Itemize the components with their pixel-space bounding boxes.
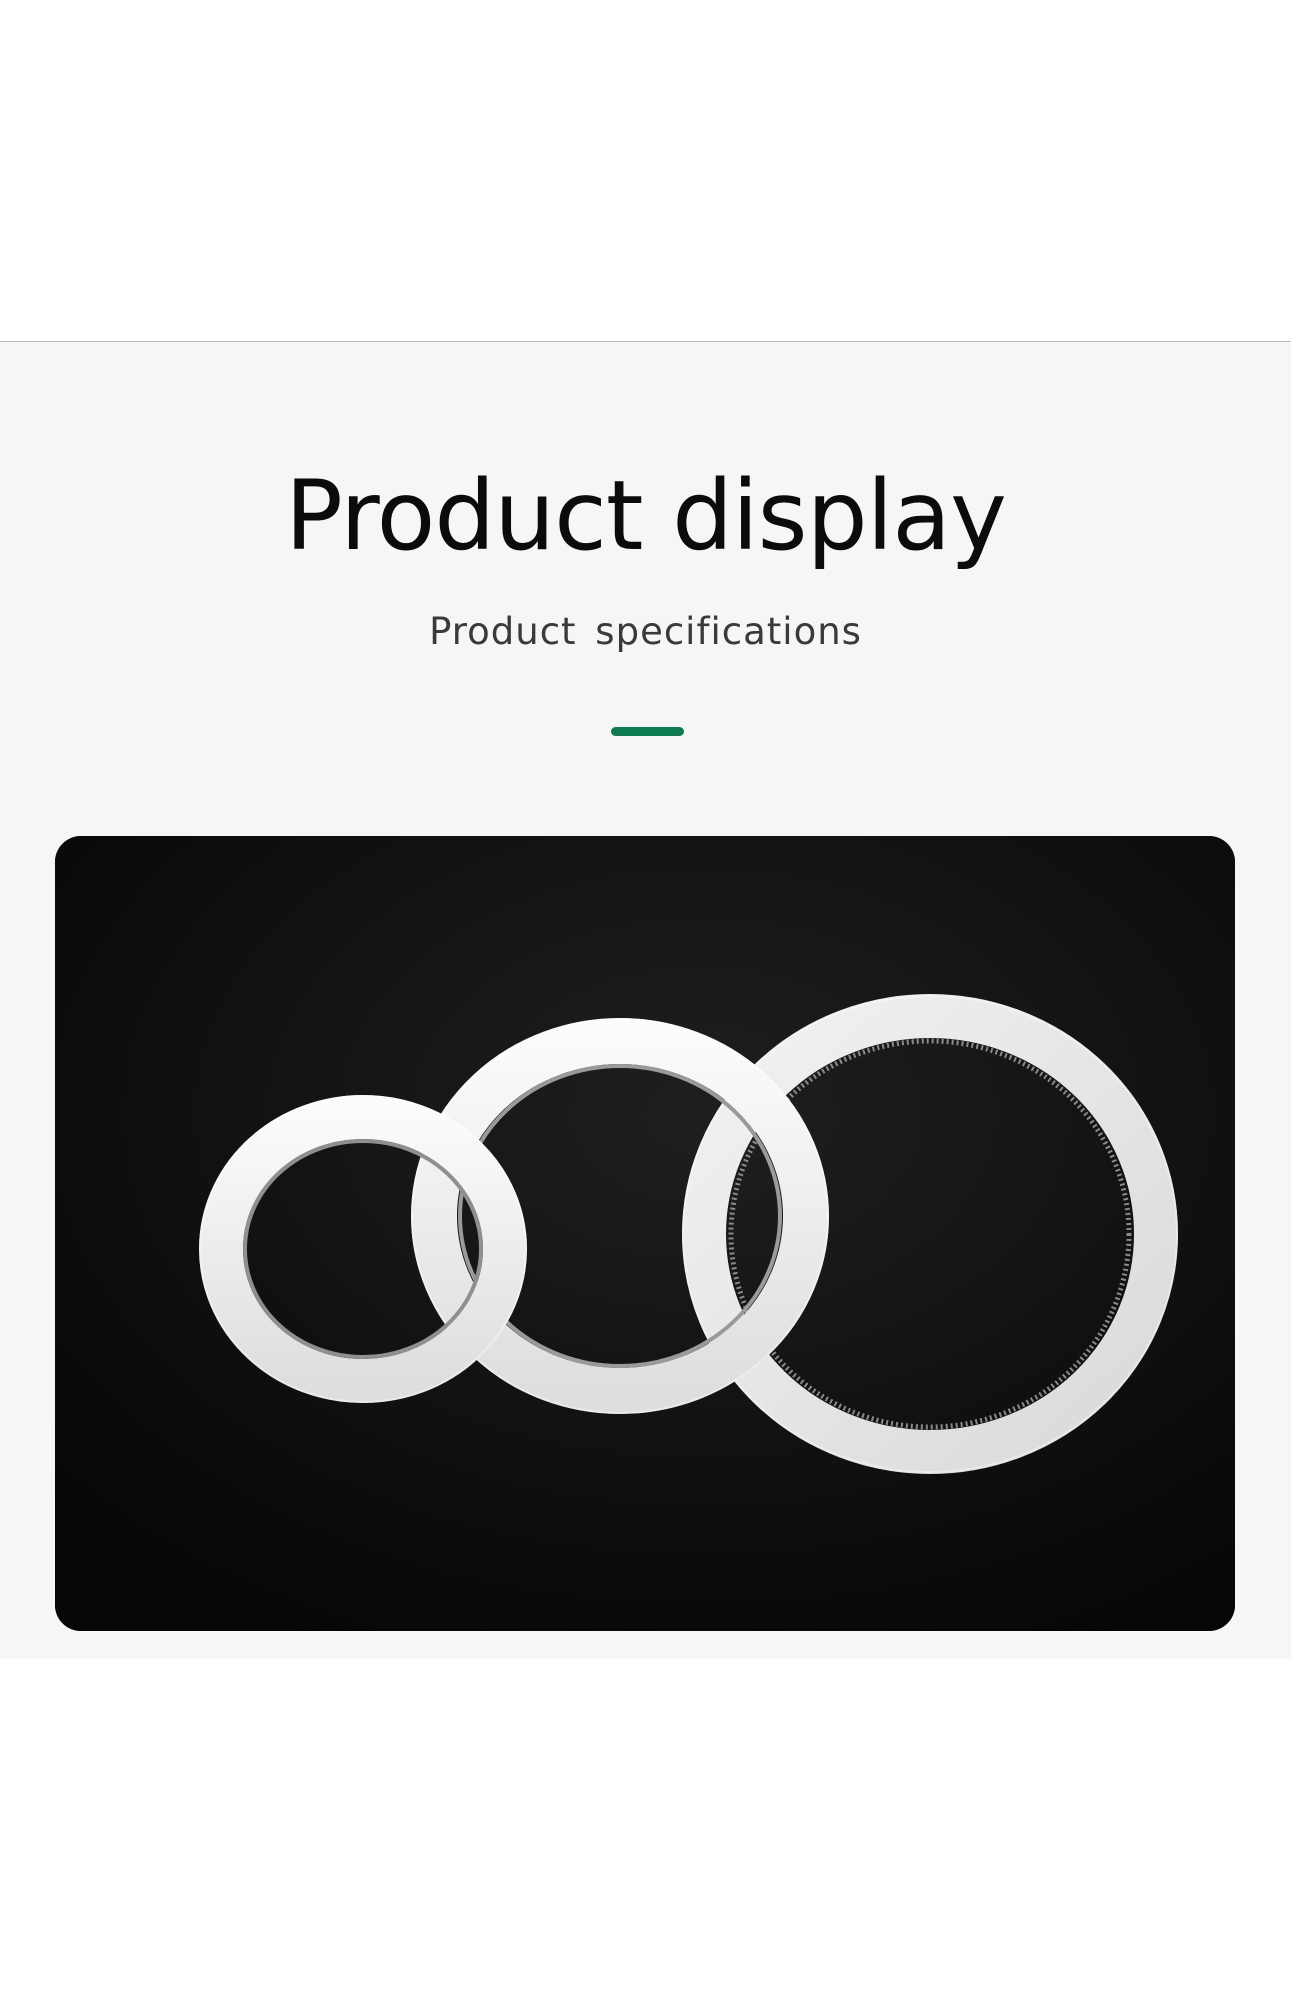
section-subtitle: Product specifications bbox=[429, 610, 862, 653]
accent-divider bbox=[611, 727, 684, 736]
product-display-section: Product display Product specifications bbox=[0, 341, 1291, 1659]
product-photo bbox=[55, 836, 1235, 1631]
sealing-rings-image bbox=[55, 836, 1235, 1631]
top-blank-area bbox=[0, 0, 1291, 341]
bottom-blank-area bbox=[0, 1659, 1291, 2000]
section-title: Product display bbox=[285, 460, 1007, 572]
